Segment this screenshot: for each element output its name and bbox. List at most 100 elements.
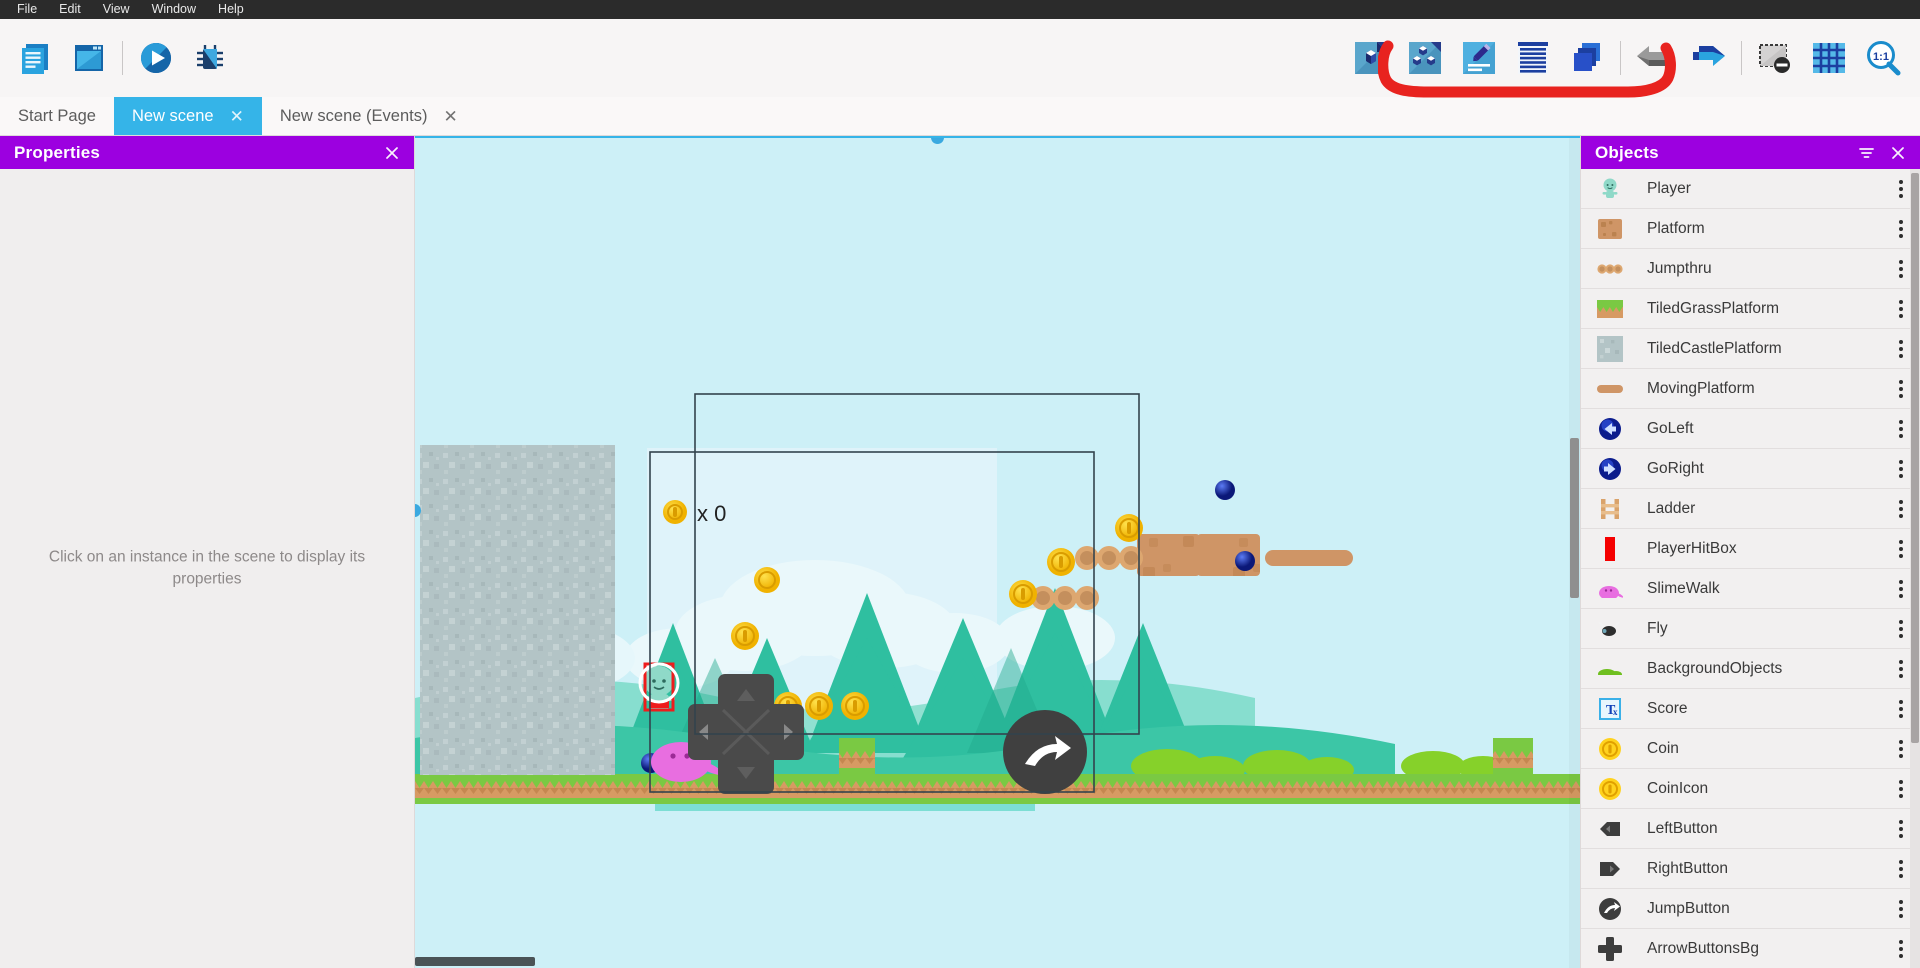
platform-instance-wood-1 — [1137, 534, 1200, 576]
object-list-item-score[interactable]: Tx Score — [1581, 689, 1920, 729]
menu-bar: File Edit View Window Help — [0, 0, 1920, 19]
project-manager-icon[interactable] — [8, 30, 62, 86]
close-icon[interactable] — [1890, 145, 1906, 161]
scene-vscroll-track[interactable] — [1569, 138, 1580, 968]
edit-properties-icon[interactable] — [1452, 30, 1506, 86]
grass-thumbnail-icon — [1595, 294, 1625, 324]
coin-thumbnail-icon — [1595, 734, 1625, 764]
menu-help[interactable]: Help — [207, 0, 255, 19]
object-list-item-label: TiledCastlePlatform — [1647, 339, 1782, 357]
editor-main-area: Properties Click on an instance in the s… — [0, 136, 1920, 968]
platform-thumbnail-icon — [1595, 214, 1625, 244]
object-list-item-rightbutton[interactable]: RightButton — [1581, 849, 1920, 889]
object-list-item-player[interactable]: Player — [1581, 169, 1920, 209]
object-list-item-label: ArrowButtonsBg — [1647, 939, 1759, 957]
object-list-item-tiledcastleplatform[interactable]: TiledCastlePlatform — [1581, 329, 1920, 369]
filter-icon[interactable] — [1857, 145, 1876, 161]
close-icon[interactable] — [384, 145, 400, 161]
tiled-castle-platform-instance — [420, 445, 615, 775]
object-list-item-jumpthru[interactable]: Jumpthru — [1581, 249, 1920, 289]
object-list-item-goleft[interactable]: GoLeft — [1581, 409, 1920, 449]
object-list-item-label: MovingPlatform — [1647, 379, 1755, 397]
arrowbg-thumbnail-icon — [1595, 934, 1625, 964]
object-list-item-label: RightButton — [1647, 859, 1728, 877]
objects-panel: Objects Player Platform Jumpthru TiledGrass… — [1580, 136, 1920, 968]
redo-icon[interactable] — [1681, 30, 1735, 86]
object-list-item-coin[interactable]: Coin — [1581, 729, 1920, 769]
object-list-item-label: Platform — [1647, 219, 1705, 237]
object-list-item-arrowbuttonsbg[interactable]: ArrowButtonsBg — [1581, 929, 1920, 968]
properties-panel-header: Properties — [0, 136, 414, 169]
scene-canvas-container[interactable]: x 0 — [415, 136, 1580, 968]
object-list-item-backgroundobjects[interactable]: BackgroundObjects — [1581, 649, 1920, 689]
object-list-item-leftbutton[interactable]: LeftButton — [1581, 809, 1920, 849]
properties-panel-body: Click on an instance in the scene to dis… — [0, 169, 414, 968]
menu-edit[interactable]: Edit — [48, 0, 92, 19]
undo-icon[interactable] — [1627, 30, 1681, 86]
toolbar-separator-3 — [1741, 41, 1742, 75]
object-list-item-playerhitbox[interactable]: PlayerHitBox — [1581, 529, 1920, 569]
objects-panel-header: Objects — [1581, 136, 1920, 169]
toolbar-separator — [122, 41, 123, 75]
menu-file[interactable]: File — [6, 0, 48, 19]
objects-list[interactable]: Player Platform Jumpthru TiledGrassPlatform… — [1581, 169, 1920, 968]
object-list-item-ladder[interactable]: Ladder — [1581, 489, 1920, 529]
objects-groups-icon[interactable] — [1398, 30, 1452, 86]
properties-panel-title: Properties — [14, 142, 101, 162]
tab-close-icon[interactable]: ✕ — [230, 108, 244, 125]
object-list-item-fly[interactable]: Fly — [1581, 609, 1920, 649]
jumpbtn-thumbnail-icon — [1595, 894, 1625, 924]
object-list-item-coinicon[interactable]: CoinIcon — [1581, 769, 1920, 809]
objects-scroll-track[interactable] — [1910, 169, 1920, 968]
jumpthru-instance-1 — [1075, 546, 1143, 570]
add-object-icon[interactable] — [1344, 30, 1398, 86]
layers-icon[interactable] — [1560, 30, 1614, 86]
tab-label: New scene (Events) — [279, 106, 428, 125]
tab-new-scene-events[interactable]: New scene (Events) ✕ — [262, 97, 476, 135]
scene-ground-tile — [415, 774, 1580, 804]
scene-ground-shadow — [655, 804, 1035, 811]
scene-canvas[interactable]: x 0 — [415, 138, 1580, 968]
hide-overlay-icon[interactable] — [1748, 30, 1802, 86]
scene-vscroll-thumb[interactable] — [1570, 438, 1579, 598]
object-list-item-jumpbutton[interactable]: JumpButton — [1581, 889, 1920, 929]
tab-close-icon[interactable]: ✕ — [443, 108, 457, 125]
object-list-item-label: Score — [1647, 699, 1688, 717]
object-list-icon[interactable] — [1506, 30, 1560, 86]
objects-scroll-thumb[interactable] — [1911, 173, 1919, 743]
tab-start-page[interactable]: Start Page — [0, 97, 114, 135]
bgobj-thumbnail-icon — [1595, 654, 1625, 684]
tab-label: Start Page — [18, 106, 96, 125]
debugger-icon[interactable] — [183, 30, 237, 86]
coin-icon-instance — [663, 500, 687, 524]
zoom-reset-icon[interactable]: 1:1 — [1856, 30, 1910, 86]
object-list-item-movingplatform[interactable]: MovingPlatform — [1581, 369, 1920, 409]
menu-window[interactable]: Window — [141, 0, 207, 19]
object-list-item-slimewalk[interactable]: SlimeWalk — [1581, 569, 1920, 609]
leftbtn-thumbnail-icon — [1595, 814, 1625, 844]
object-list-item-label: SlimeWalk — [1647, 579, 1720, 597]
object-list-item-label: LeftButton — [1647, 819, 1718, 837]
object-list-item-label: CoinIcon — [1647, 779, 1709, 797]
preview-play-icon[interactable] — [129, 30, 183, 86]
jumpthru-thumbnail-icon — [1595, 254, 1625, 284]
object-list-item-label: GoRight — [1647, 459, 1704, 477]
object-list-item-label: TiledGrassPlatform — [1647, 299, 1780, 317]
menu-view[interactable]: View — [92, 0, 141, 19]
tab-new-scene[interactable]: New scene ✕ — [113, 97, 262, 135]
object-list-item-platform[interactable]: Platform — [1581, 209, 1920, 249]
coin-thumbnail-icon — [1595, 774, 1625, 804]
object-list-item-goright[interactable]: GoRight — [1581, 449, 1920, 489]
goright-thumbnail-icon — [1595, 454, 1625, 484]
moving-platform-instance — [1265, 550, 1353, 566]
hitbox-thumbnail-icon — [1595, 534, 1625, 564]
object-list-item-tiledgrassplatform[interactable]: TiledGrassPlatform — [1581, 289, 1920, 329]
scene-editor-icon[interactable] — [62, 30, 116, 86]
platform-instance-small — [839, 738, 875, 774]
svg-text:1:1: 1:1 — [1873, 51, 1889, 63]
scene-hscroll-thumb[interactable] — [415, 957, 535, 966]
fly-thumbnail-icon — [1595, 614, 1625, 644]
grid-icon[interactable] — [1802, 30, 1856, 86]
object-list-item-label: GoLeft — [1647, 419, 1694, 437]
objects-panel-title: Objects — [1595, 142, 1659, 162]
